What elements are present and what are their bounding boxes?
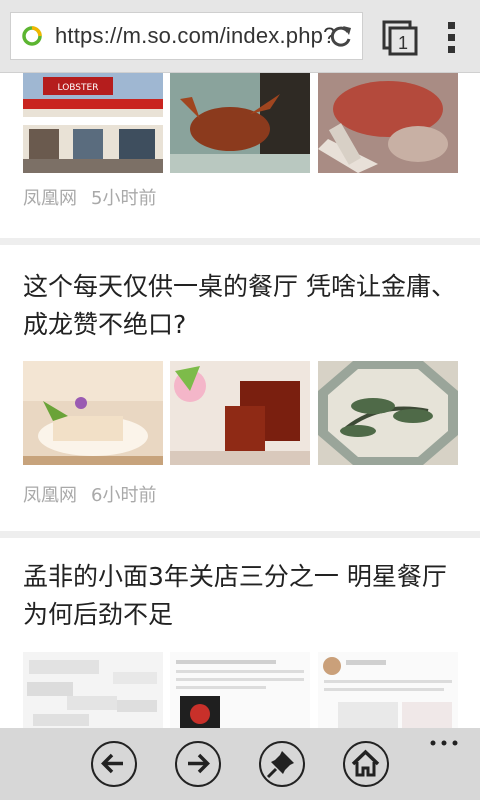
reload-icon[interactable]	[328, 24, 354, 50]
news-image: LOBSTER	[23, 73, 163, 173]
news-image	[318, 73, 458, 173]
back-icon	[101, 753, 123, 774]
tab-count: 1	[398, 33, 408, 53]
news-source: 凤凰网	[23, 485, 77, 506]
card-separator	[0, 531, 480, 538]
news-image	[318, 361, 458, 465]
news-source: 凤凰网	[23, 188, 77, 209]
news-image	[23, 361, 163, 465]
pin-icon	[266, 751, 294, 779]
news-meta: 凤凰网 5小时前	[23, 184, 156, 210]
overflow-dots-icon[interactable]	[430, 738, 458, 748]
svg-text:LOBSTER: LOBSTER	[58, 83, 99, 93]
news-image	[170, 73, 310, 173]
back-button[interactable]	[91, 741, 137, 787]
home-icon	[351, 749, 380, 777]
news-title[interactable]: 这个每天仅供一桌的餐厅 凭啥让金庸、成龙赞不绝口?	[23, 268, 463, 344]
url-text: https://m.so.com/index.php?	[55, 23, 336, 48]
news-feed: LOBSTER 凤凰网 5小时前 这个每天仅供一桌的餐厅 凭啥让金庸、成龙赞不绝…	[0, 73, 480, 728]
news-image	[170, 361, 310, 465]
browser-bottom-bar	[0, 728, 480, 800]
address-bar[interactable]: https://m.so.com/index.php?	[10, 12, 363, 60]
news-card[interactable]: LOBSTER 凤凰网 5小时前	[0, 73, 480, 239]
news-time: 5小时前	[91, 188, 157, 209]
news-meta: 凤凰网 6小时前	[23, 481, 156, 507]
forward-icon	[188, 753, 210, 774]
news-card[interactable]: 孟非的小面3年关店三分之一 明星餐厅为何后劲不足	[0, 538, 480, 728]
so-logo-icon	[22, 26, 42, 46]
tabs-icon[interactable]: 1	[382, 20, 418, 56]
news-card[interactable]: 这个每天仅供一桌的餐厅 凭啥让金庸、成龙赞不绝口? 凤凰网 6小时前	[0, 245, 480, 535]
card-separator	[0, 238, 480, 245]
pin-button[interactable]	[259, 741, 305, 787]
browser-toolbar: https://m.so.com/index.php? 1	[0, 0, 480, 73]
news-title[interactable]: 孟非的小面3年关店三分之一 明星餐厅为何后劲不足	[23, 558, 463, 634]
news-time: 6小时前	[91, 485, 157, 506]
home-button[interactable]	[343, 741, 389, 787]
news-image	[23, 652, 163, 728]
forward-button[interactable]	[175, 741, 221, 787]
news-image	[170, 652, 310, 728]
overflow-menu-icon[interactable]	[444, 20, 460, 56]
news-image	[318, 652, 458, 728]
